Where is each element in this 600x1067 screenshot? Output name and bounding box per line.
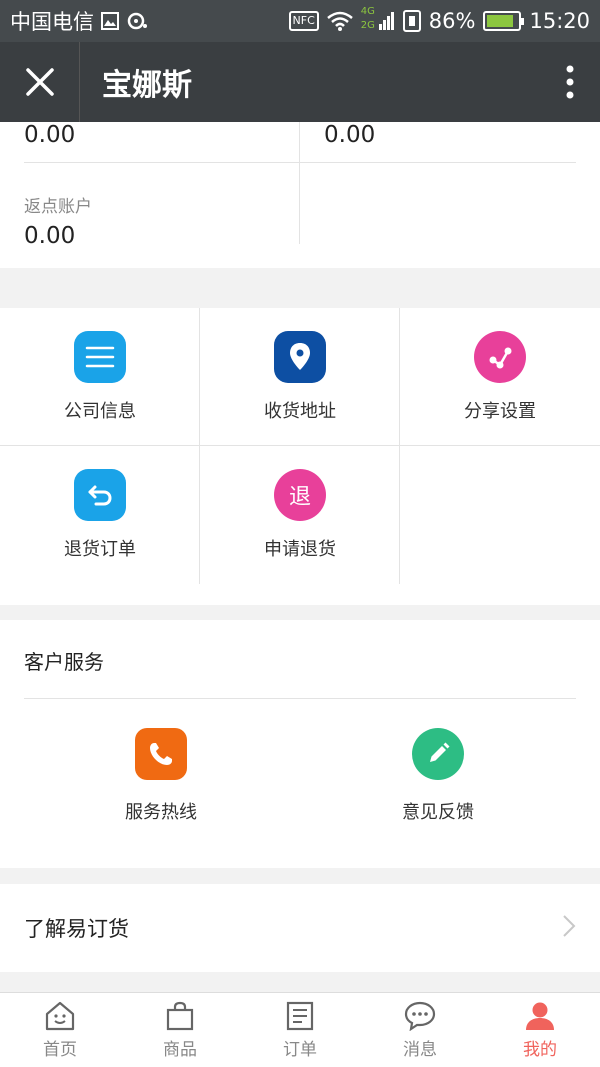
grid-item-return-orders[interactable]: 退货订单 [0, 446, 200, 584]
tab-label: 消息 [403, 1039, 437, 1060]
account-value: 0.00 [24, 122, 76, 148]
rebate-account-cell[interactable]: 返点账户 0.00 [24, 192, 299, 249]
nfc-icon: NFC [288, 11, 319, 31]
sim-icon [402, 10, 421, 32]
divider [24, 162, 576, 163]
tab-messages[interactable]: 消息 [360, 993, 480, 1067]
grid-item-label: 分享设置 [464, 401, 536, 422]
menu-lines-icon [74, 331, 126, 383]
battery-icon [483, 11, 525, 31]
divider [24, 698, 576, 699]
return-icon-text: 退 [288, 485, 311, 510]
grid-item-label: 收货地址 [264, 401, 336, 422]
main-content[interactable]: 0.00 0.00 返点账户 0.00 公司信息 收货地址 分享设置 退货订单 … [0, 122, 600, 992]
carrier-label: 中国电信 [10, 10, 94, 34]
network-2g-label: 2G [360, 20, 375, 31]
divider [299, 122, 300, 244]
service-item-label: 服务热线 [125, 802, 197, 823]
grid-item-label: 公司信息 [64, 401, 136, 422]
more-vertical-icon [566, 65, 574, 99]
grid-item-company-info[interactable]: 公司信息 [0, 308, 200, 446]
wifi-icon [326, 11, 353, 31]
tab-mine[interactable]: 我的 [480, 993, 600, 1067]
tab-label: 商品 [163, 1039, 197, 1060]
tab-label: 订单 [283, 1039, 317, 1060]
order-list-icon [286, 1001, 314, 1030]
battery-percent: 86% [428, 9, 476, 33]
learn-more-row[interactable]: 了解易订货 [0, 884, 600, 972]
user-icon [526, 1002, 554, 1030]
grid-item-shipping-address[interactable]: 收货地址 [200, 308, 400, 446]
section-title: 客户服务 [24, 650, 104, 674]
app-bar: 宝娜斯 [0, 42, 600, 122]
close-button[interactable] [0, 42, 80, 122]
tab-label: 首页 [43, 1039, 77, 1060]
return-text-icon: 退 [274, 469, 326, 521]
function-grid: 公司信息 收货地址 分享设置 退货订单 退 申请退货 [0, 308, 600, 605]
shopping-bag-icon [166, 1001, 194, 1030]
accounts-card: 0.00 0.00 返点账户 0.00 [0, 122, 600, 268]
image-icon [100, 11, 120, 31]
sync-icon [126, 11, 148, 31]
tab-home[interactable]: 首页 [0, 993, 120, 1067]
share-icon [474, 331, 526, 383]
nfc-label: NFC [288, 11, 319, 31]
more-button[interactable] [540, 42, 600, 122]
page-title: 宝娜斯 [102, 68, 192, 103]
bottom-tab-bar: 首页 商品 订单 消息 我的 [0, 992, 600, 1067]
battery-fill [487, 15, 514, 27]
tab-products[interactable]: 商品 [120, 993, 240, 1067]
learn-more-label: 了解易订货 [24, 917, 129, 941]
close-icon [25, 68, 54, 96]
pencil-icon [412, 728, 464, 780]
return-arrow-icon [74, 469, 126, 521]
location-pin-icon [274, 331, 326, 383]
grid-item-share-settings[interactable]: 分享设置 [400, 308, 600, 446]
rebate-account-label: 返点账户 [24, 197, 92, 217]
service-item-label: 意见反馈 [402, 802, 474, 823]
service-hotline-button[interactable]: 服务热线 [61, 728, 261, 824]
chevron-right-icon [562, 914, 576, 942]
network-4g-label: 4G [360, 6, 375, 17]
grid-item-label: 申请退货 [264, 539, 336, 560]
customer-service-card: 客户服务 服务热线 意见反馈 [0, 620, 600, 868]
grid-item-apply-return[interactable]: 退 申请退货 [200, 446, 400, 584]
home-icon [45, 1001, 75, 1030]
signal-icon: 4G 2G [360, 6, 395, 34]
account-cell-top-right: 0.00 [324, 122, 599, 148]
account-cell-top-left: 0.00 [24, 122, 299, 148]
grid-item-label: 退货订单 [64, 539, 136, 560]
phone-icon [135, 728, 187, 780]
rebate-account-value: 0.00 [24, 223, 76, 249]
tab-label: 我的 [523, 1039, 557, 1060]
clock-time: 15:20 [529, 9, 590, 33]
status-bar: 中国电信 NFC 4G 2G 86% 15:20 [0, 0, 600, 42]
account-value: 0.00 [324, 122, 376, 148]
tab-orders[interactable]: 订单 [240, 993, 360, 1067]
feedback-button[interactable]: 意见反馈 [338, 728, 538, 824]
message-icon [404, 1001, 436, 1031]
